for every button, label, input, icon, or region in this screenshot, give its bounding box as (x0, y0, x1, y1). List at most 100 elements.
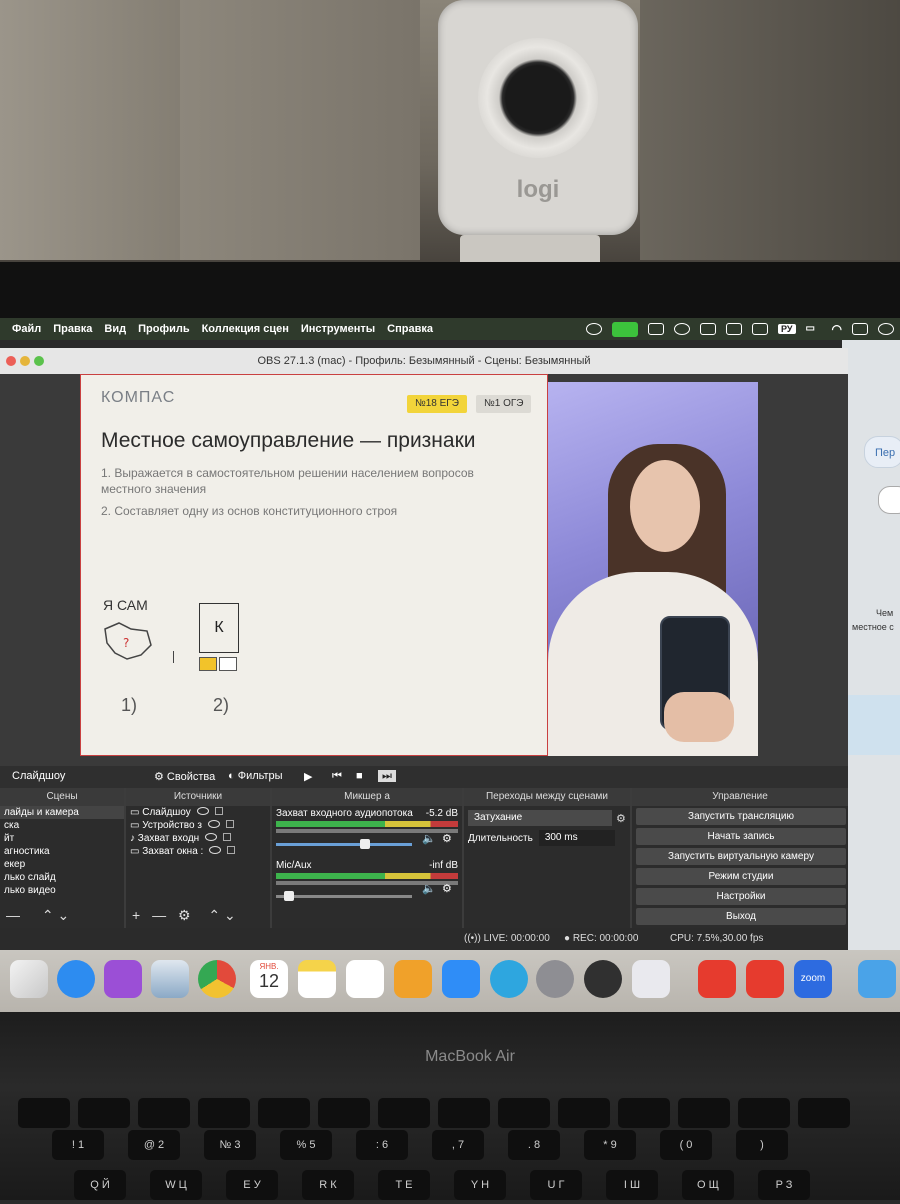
move-up-button[interactable]: ⌃ (208, 907, 220, 923)
minimize-window-button[interactable] (20, 356, 30, 366)
next-icon[interactable]: ⏭ (378, 770, 396, 782)
filters-button[interactable]: ◐ Фильтры (228, 770, 283, 782)
channel-settings-icon[interactable]: ⚙ (442, 832, 452, 845)
key[interactable]: E У (226, 1170, 278, 1200)
source-item[interactable]: ▭ Захват окна : (126, 845, 270, 858)
obs-menu-icon[interactable] (586, 323, 603, 335)
key[interactable]: ! 1 (52, 1130, 104, 1160)
key[interactable] (78, 1098, 130, 1128)
finder-folder-icon[interactable] (858, 960, 896, 998)
menu-profile[interactable]: Профиль (138, 323, 189, 335)
key[interactable] (798, 1098, 850, 1128)
key[interactable] (618, 1098, 670, 1128)
key[interactable]: U Г (530, 1170, 582, 1200)
key[interactable] (138, 1098, 190, 1128)
studio-mode-button[interactable]: Режим студии (636, 868, 846, 885)
chrome-icon[interactable] (198, 960, 236, 998)
lock-icon[interactable] (227, 846, 236, 854)
channel-settings-icon[interactable]: ⚙ (442, 882, 452, 895)
preview-app-icon[interactable] (151, 960, 189, 998)
scene-item[interactable]: йт (0, 832, 124, 845)
record-icon[interactable] (726, 323, 743, 335)
scene-item[interactable]: лайды и камера (0, 806, 124, 819)
menu-file[interactable]: Файл (12, 323, 41, 335)
key[interactable] (678, 1098, 730, 1128)
key[interactable] (258, 1098, 310, 1128)
volume-knob[interactable] (360, 839, 371, 849)
launchpad-icon[interactable] (10, 960, 48, 998)
control-center-icon[interactable] (852, 323, 868, 335)
source-item[interactable]: ▭ Слайдшоу (126, 806, 270, 819)
key[interactable]: № 3 (204, 1130, 256, 1160)
start-streaming-button[interactable]: Запустить трансляцию (636, 808, 846, 825)
settings-button[interactable]: Настройки (636, 888, 846, 905)
move-down-button[interactable]: ⌄ (224, 907, 236, 923)
anydesk-dock-icon[interactable] (746, 960, 784, 998)
key[interactable] (498, 1098, 550, 1128)
safari-icon[interactable] (57, 960, 95, 998)
lock-icon[interactable] (223, 833, 232, 841)
key[interactable]: ( 0 (660, 1130, 712, 1160)
source-item[interactable]: ▭ Устройство з (126, 819, 270, 832)
duration-input[interactable]: 300 ms (538, 830, 615, 846)
notes-icon[interactable] (298, 960, 336, 998)
previous-icon[interactable]: ⏮ (332, 770, 344, 782)
key[interactable]: T Е (378, 1170, 430, 1200)
key[interactable]: ) (736, 1130, 788, 1160)
key[interactable]: R К (302, 1170, 354, 1200)
slide-preview[interactable]: КОМПАС №18 ЕГЭ №1 ОГЭ Местное самоуправл… (80, 374, 548, 756)
volume-knob[interactable] (284, 891, 295, 901)
screen-share-icon[interactable] (700, 323, 717, 335)
key[interactable]: I Ш (606, 1170, 658, 1200)
start-virtual-camera-button[interactable]: Запустить виртуальную камеру (636, 848, 846, 865)
anydesk-dock-icon[interactable] (698, 960, 736, 998)
pages-icon[interactable] (394, 960, 432, 998)
zoom-window-button[interactable] (34, 356, 44, 366)
wifi-icon[interactable]: ◠ (832, 322, 842, 336)
menu-icon[interactable] (878, 486, 900, 514)
menu-scene-collection[interactable]: Коллекция сцен (202, 323, 289, 335)
key[interactable]: Q Й (74, 1170, 126, 1200)
camera-feed[interactable] (548, 382, 758, 756)
remove-source-button[interactable]: — (152, 907, 166, 923)
system-settings-icon[interactable] (536, 960, 574, 998)
scene-item[interactable]: ска (0, 819, 124, 832)
menu-help[interactable]: Справка (387, 323, 433, 335)
key[interactable]: Y Н (454, 1170, 506, 1200)
telegram-menu-icon[interactable] (674, 323, 691, 335)
siri-icon[interactable] (878, 323, 894, 335)
key[interactable]: . 8 (508, 1130, 560, 1160)
key[interactable] (378, 1098, 430, 1128)
telegram-icon[interactable] (490, 960, 528, 998)
volume-slider[interactable] (276, 839, 412, 849)
close-window-button[interactable] (6, 356, 16, 366)
key[interactable]: W Ц (150, 1170, 202, 1200)
zoom-menu-icon[interactable] (648, 323, 665, 335)
menu-tools[interactable]: Инструменты (301, 323, 375, 335)
scene-item[interactable]: лько слайд (0, 871, 124, 884)
iphone-mirroring-icon[interactable] (632, 960, 670, 998)
lock-icon[interactable] (225, 820, 234, 828)
key[interactable] (558, 1098, 610, 1128)
key[interactable] (438, 1098, 490, 1128)
obs-dock-icon[interactable] (584, 960, 622, 998)
move-up-button[interactable]: ⌃ (42, 907, 54, 923)
menu-view[interactable]: Вид (104, 323, 126, 335)
visibility-icon[interactable] (196, 807, 209, 815)
key[interactable]: , 7 (432, 1130, 484, 1160)
visibility-icon[interactable] (205, 833, 218, 841)
input-source-indicator[interactable]: РУ (778, 324, 796, 334)
speaker-icon[interactable]: 🔈 (422, 832, 436, 845)
camera-in-use-icon[interactable] (612, 321, 639, 337)
zoom-dock-icon[interactable]: zoom (794, 960, 832, 998)
key[interactable]: @ 2 (128, 1130, 180, 1160)
key[interactable]: : 6 (356, 1130, 408, 1160)
start-recording-button[interactable]: Начать запись (636, 828, 846, 845)
key[interactable] (318, 1098, 370, 1128)
scene-item[interactable]: агностика (0, 845, 124, 858)
key[interactable] (198, 1098, 250, 1128)
lock-icon[interactable] (214, 807, 223, 815)
app-store-icon[interactable] (442, 960, 480, 998)
anydesk-icon[interactable] (752, 323, 769, 335)
key[interactable]: % 5 (280, 1130, 332, 1160)
